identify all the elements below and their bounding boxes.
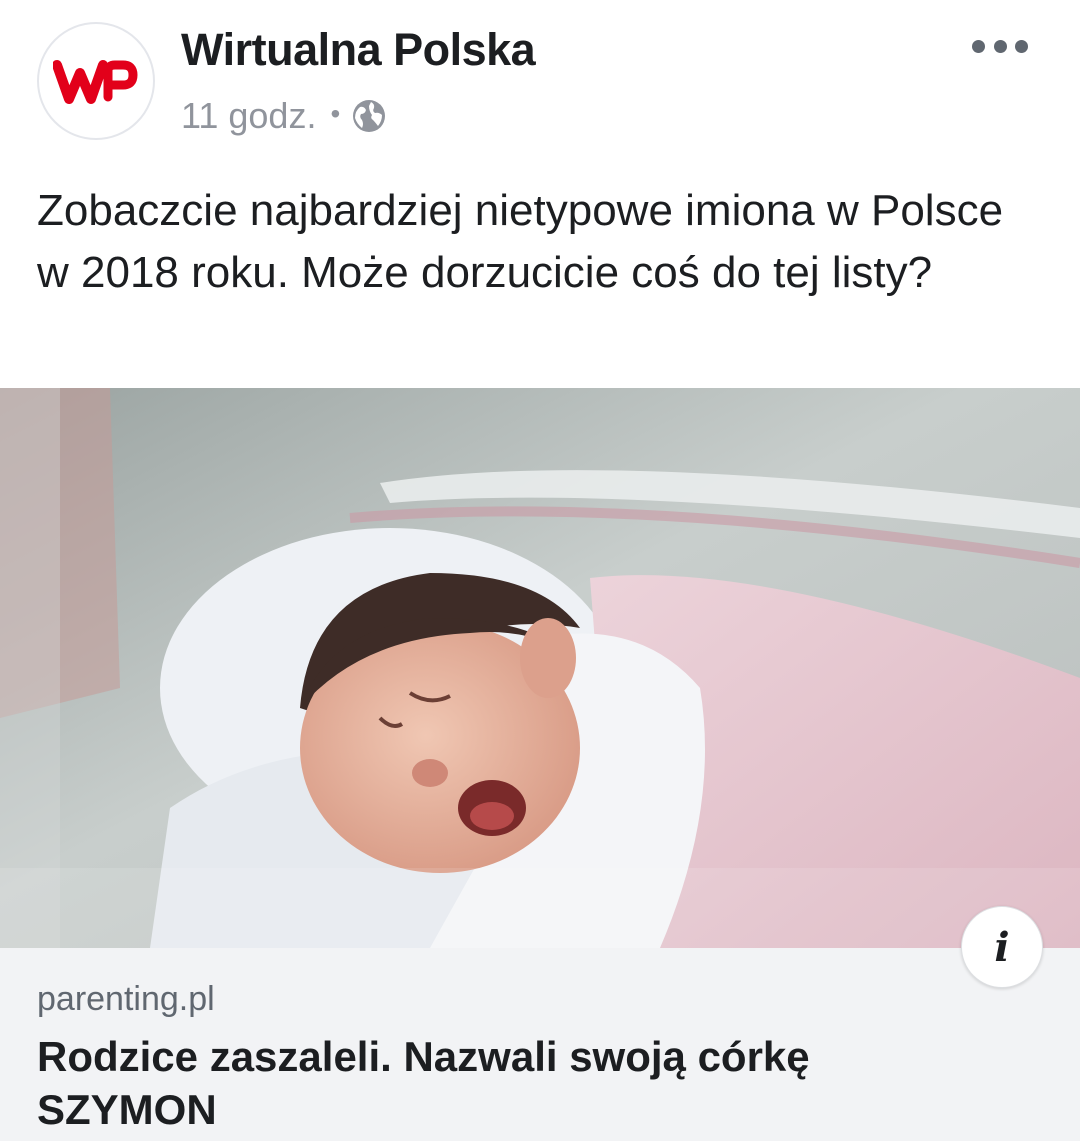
link-preview-card[interactable]: parenting.pl Rodzice zaszaleli. Nazwali … <box>0 948 1080 1141</box>
page-name-link[interactable]: Wirtualna Polska <box>181 24 536 76</box>
facebook-post: Wirtualna Polska 11 godz. • Zobaczcie na… <box>0 0 1080 1141</box>
globe-icon[interactable] <box>351 98 387 134</box>
info-icon: i <box>994 923 1010 971</box>
more-options-dot <box>1015 39 1028 53</box>
info-button[interactable]: i <box>961 906 1043 988</box>
wp-logo-icon <box>53 60 138 104</box>
post-header: Wirtualna Polska 11 godz. • <box>0 0 1080 160</box>
newborn-baby-photo <box>0 388 1080 948</box>
post-timestamp[interactable]: 11 godz. <box>181 95 316 137</box>
more-options-dot <box>993 39 1007 53</box>
link-domain: parenting.pl <box>37 980 215 1018</box>
more-options-icon <box>972 39 985 53</box>
post-meta: 11 godz. • <box>181 94 387 138</box>
more-options-button[interactable] <box>968 26 1032 66</box>
link-headline[interactable]: Rodzice zaszaleli. Nazwali swoją córkę S… <box>37 1030 997 1136</box>
post-photo[interactable] <box>0 388 1080 948</box>
page-avatar[interactable] <box>37 22 155 140</box>
meta-separator: • <box>330 98 341 129</box>
post-caption: Zobaczcie najbardziej nietypowe imiona w… <box>37 186 1004 297</box>
